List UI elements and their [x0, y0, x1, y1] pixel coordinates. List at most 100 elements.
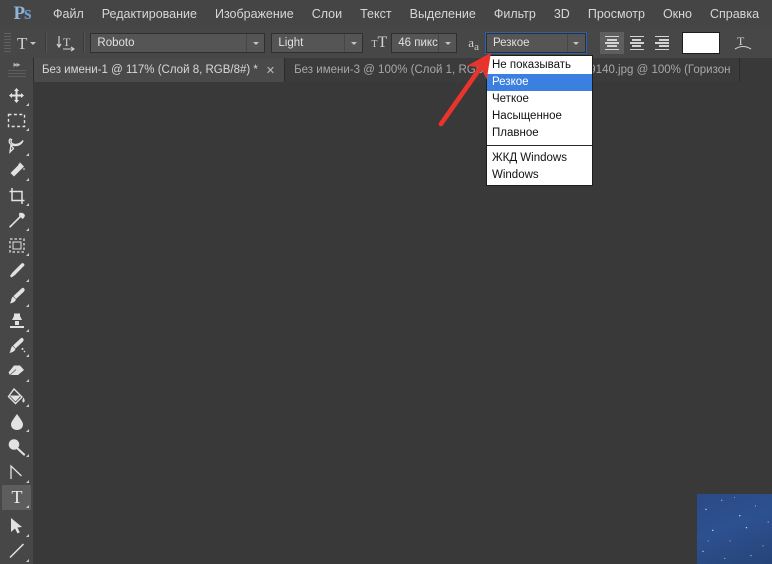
- canvas-area[interactable]: [33, 82, 772, 564]
- text-orientation-icon: T: [56, 35, 75, 52]
- menu-select[interactable]: Выделение: [401, 3, 485, 25]
- clone-stamp-tool[interactable]: [2, 309, 31, 334]
- eyedropper-icon: [8, 212, 25, 228]
- anti-alias-select[interactable]: Резкое: [484, 32, 587, 54]
- divider: [45, 33, 48, 53]
- path-selection-tool[interactable]: [2, 514, 31, 539]
- menu-text[interactable]: Текст: [351, 3, 400, 25]
- menu-image[interactable]: Изображение: [206, 3, 303, 25]
- crop-tool[interactable]: [2, 183, 31, 208]
- type-tool[interactable]: T: [2, 484, 31, 510]
- anti-alias-dropdown-menu[interactable]: Не показывать Резкое Четкое Насыщенное П…: [486, 55, 593, 186]
- history-brush-tool[interactable]: [2, 334, 31, 359]
- font-style-value: Light: [278, 37, 304, 49]
- line-icon: [8, 543, 24, 559]
- paint-bucket-icon: [7, 387, 25, 405]
- line-tool[interactable]: [2, 539, 31, 564]
- cursor-arrow-icon: [11, 518, 22, 534]
- lasso-tool[interactable]: [2, 133, 31, 158]
- font-size-select[interactable]: 46 пикс.: [391, 33, 458, 53]
- svg-text:T: T: [737, 34, 745, 48]
- tools-panel: ▸▸ T: [0, 58, 34, 564]
- rectangular-marquee-tool[interactable]: [2, 108, 31, 133]
- align-left-button[interactable]: [599, 32, 624, 54]
- menu-window[interactable]: Окно: [654, 3, 701, 25]
- menu-3d[interactable]: 3D: [545, 3, 579, 25]
- font-style-select[interactable]: Light: [271, 33, 364, 53]
- rectangular-marquee-icon: [7, 113, 26, 127]
- brush-icon: [9, 287, 25, 304]
- chevron-down-icon[interactable]: [566, 34, 585, 52]
- align-center-button[interactable]: [625, 32, 649, 54]
- water-drop-icon: [10, 413, 23, 430]
- text-alignment-group: [599, 32, 674, 54]
- menu-bar: Ps Файл Редактирование Изображение Слои …: [0, 0, 772, 29]
- clone-stamp-icon: [9, 313, 24, 329]
- document-tab[interactable]: Без имени-1 @ 117% (Слой 8, RGB/8#) * ✕: [33, 58, 286, 82]
- menu-layers[interactable]: Слои: [303, 3, 351, 25]
- chevron-down-icon[interactable]: [344, 34, 362, 52]
- dropdown-item-windows-lcd[interactable]: ЖКД Windows: [487, 150, 592, 167]
- move-tool[interactable]: [2, 83, 31, 108]
- font-family-value: Roboto: [97, 37, 135, 49]
- dropdown-item-none[interactable]: Не показывать: [487, 57, 592, 74]
- pen-tool[interactable]: [2, 459, 31, 484]
- pen-icon: [9, 464, 22, 479]
- dropdown-separator: [487, 145, 592, 146]
- dodge-tool[interactable]: [2, 434, 31, 459]
- options-bar-grip[interactable]: [2, 32, 13, 54]
- font-family-select[interactable]: Roboto: [90, 33, 266, 53]
- blur-tool[interactable]: [2, 409, 31, 434]
- frame-icon: [8, 238, 25, 254]
- warp-text-icon: T: [734, 34, 752, 50]
- dropdown-item-windows[interactable]: Windows: [487, 167, 592, 184]
- dropdown-item-crisp[interactable]: Четкое: [487, 91, 592, 108]
- menu-file[interactable]: Файл: [44, 3, 93, 25]
- eyedropper-tool[interactable]: [2, 208, 31, 233]
- healing-brush-tool[interactable]: [2, 258, 31, 283]
- type-tool-icon: T: [11, 488, 22, 506]
- anti-alias-icon: aa: [468, 35, 479, 53]
- document-tab-bar: Без имени-1 @ 117% (Слой 8, RGB/8#) * ✕ …: [33, 58, 772, 83]
- tool-preset-picker[interactable]: T: [13, 31, 40, 55]
- text-orientation-button[interactable]: T: [52, 31, 78, 55]
- divider: [83, 33, 86, 53]
- dropdown-item-sharp[interactable]: Резкое: [487, 74, 592, 91]
- dodge-icon: [8, 439, 26, 456]
- text-color-swatch[interactable]: [681, 32, 720, 54]
- brush-tool[interactable]: [2, 284, 31, 309]
- move-icon: [9, 87, 24, 103]
- dropdown-item-smooth[interactable]: Плавное: [487, 125, 592, 142]
- dropdown-item-strong[interactable]: Насыщенное: [487, 108, 592, 125]
- options-bar: T T Roboto Light TT 46 пикс. a a Резкое …: [0, 28, 772, 59]
- frame-tool[interactable]: [2, 233, 31, 258]
- history-brush-icon: [9, 338, 25, 354]
- font-size-icon: TT: [371, 34, 388, 51]
- menu-filter[interactable]: Фильтр: [485, 3, 545, 25]
- close-icon[interactable]: ✕: [266, 64, 275, 77]
- toolbar-grip[interactable]: [7, 70, 26, 78]
- photoshop-logo: Ps: [13, 3, 31, 24]
- font-size-value: 46 пикс.: [398, 37, 439, 49]
- healing-brush-icon: [9, 263, 24, 278]
- chevron-down-icon: [30, 41, 37, 45]
- gradient-tool[interactable]: [2, 384, 31, 409]
- expand-toolbar-button[interactable]: ▸▸: [0, 58, 33, 70]
- magic-wand-tool[interactable]: [2, 158, 31, 183]
- type-tool-icon: T: [17, 33, 28, 53]
- magic-wand-icon: [10, 162, 25, 177]
- crop-icon: [9, 187, 24, 204]
- eraser-tool[interactable]: [2, 359, 31, 384]
- menu-view[interactable]: Просмотр: [579, 3, 654, 25]
- photoshop-window: Ps Файл Редактирование Изображение Слои …: [0, 0, 772, 564]
- chevron-down-icon[interactable]: [246, 34, 264, 52]
- warp-text-button[interactable]: T: [730, 31, 756, 55]
- menu-edit[interactable]: Редактирование: [93, 3, 206, 25]
- anti-alias-value: Резкое: [492, 37, 530, 49]
- menu-help[interactable]: Справка: [701, 3, 768, 25]
- align-right-button[interactable]: [650, 32, 674, 54]
- chevron-down-icon[interactable]: [438, 34, 456, 52]
- svg-text:T: T: [63, 35, 71, 49]
- lasso-icon: [8, 138, 24, 155]
- starfield-image[interactable]: [697, 494, 772, 564]
